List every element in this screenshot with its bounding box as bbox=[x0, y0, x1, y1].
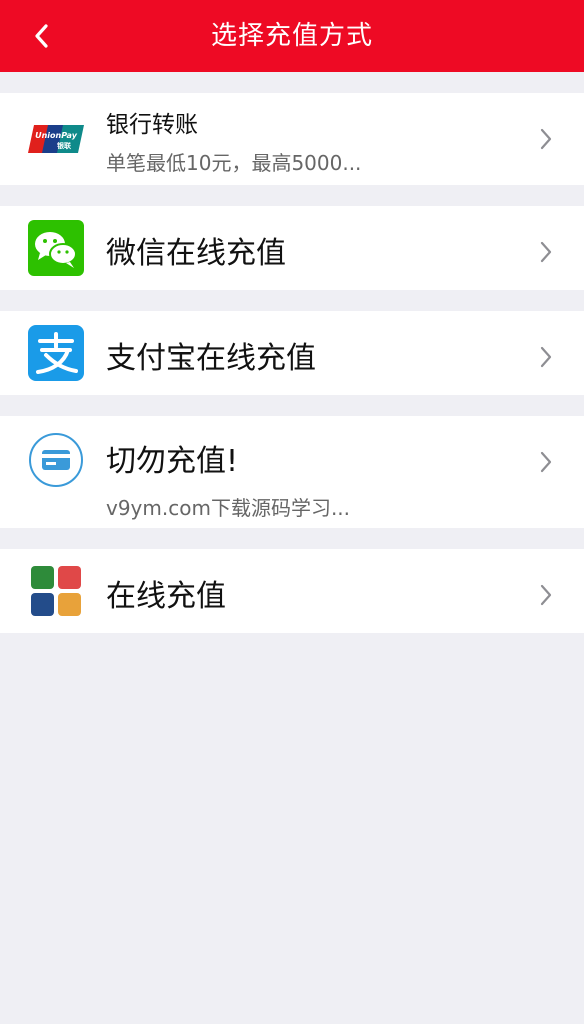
method-title: 微信在线充值 bbox=[106, 236, 286, 271]
chevron-right-icon bbox=[540, 346, 552, 368]
method-wechat[interactable]: 微信在线充值 bbox=[0, 206, 584, 290]
method-bank-transfer[interactable]: UnionPay 银联 银行转账 单笔最低10元，最高5000... bbox=[0, 93, 584, 185]
alipay-icon bbox=[28, 325, 84, 381]
unionpay-icon: UnionPay 银联 bbox=[28, 125, 84, 153]
payment-method-list: UnionPay 银联 银行转账 单笔最低10元，最高5000... 微信在线充… bbox=[0, 72, 584, 633]
wechat-icon bbox=[28, 220, 84, 276]
card-icon bbox=[29, 433, 83, 487]
chevron-right-icon bbox=[540, 128, 552, 150]
svg-text:UnionPay: UnionPay bbox=[35, 131, 78, 140]
grid-apps-icon bbox=[31, 566, 81, 616]
chevron-right-icon bbox=[540, 451, 552, 473]
chevron-right-icon bbox=[540, 241, 552, 263]
chevron-right-icon bbox=[540, 584, 552, 606]
method-alipay[interactable]: 支付宝在线充值 bbox=[0, 311, 584, 395]
method-title: 在线充值 bbox=[106, 579, 226, 614]
method-card[interactable]: 切勿充值! v9ym.com下载源码学习... bbox=[0, 416, 584, 528]
svg-text:银联: 银联 bbox=[57, 141, 72, 150]
method-title: 银行转账 bbox=[106, 112, 198, 138]
method-subtitle: v9ym.com下载源码学习... bbox=[106, 496, 351, 520]
method-online[interactable]: 在线充值 bbox=[0, 549, 584, 633]
app-header: 选择充值方式 bbox=[0, 0, 584, 72]
page-title: 选择充值方式 bbox=[210, 21, 373, 51]
method-title: 切勿充值! bbox=[106, 444, 239, 479]
method-subtitle: 单笔最低10元，最高5000... bbox=[106, 151, 362, 175]
method-title: 支付宝在线充值 bbox=[106, 341, 316, 376]
